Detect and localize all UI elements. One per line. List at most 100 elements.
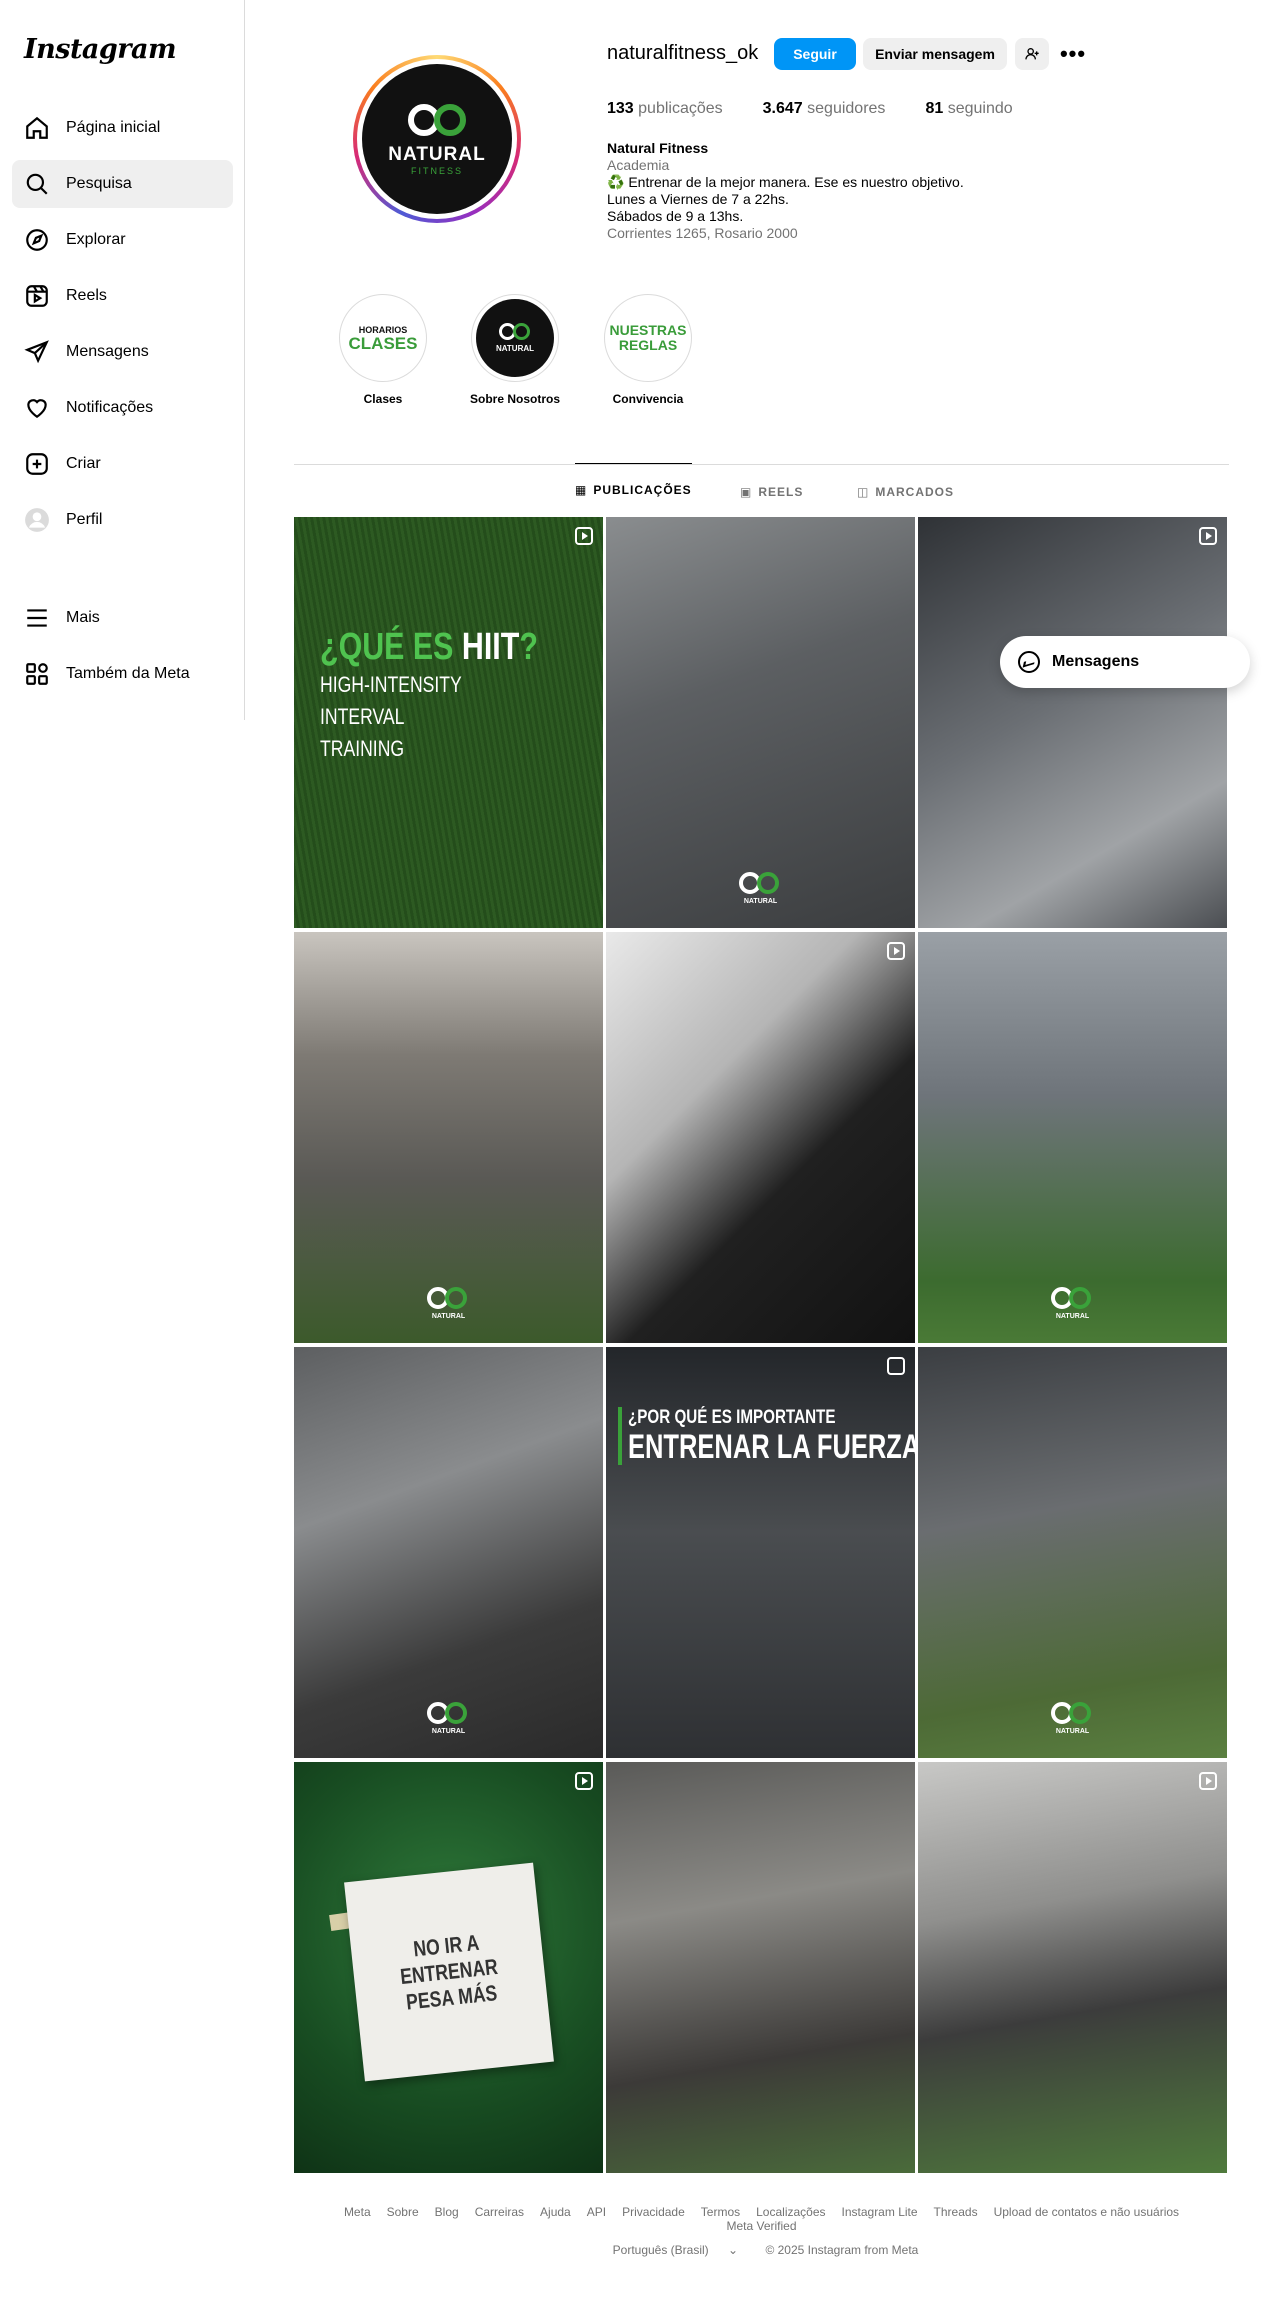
nav-reels[interactable]: Reels bbox=[12, 272, 233, 320]
copyright: © 2025 Instagram from Meta bbox=[765, 2243, 919, 2257]
avatar-subtitle: FITNESS bbox=[410, 166, 463, 176]
messages-floating-button[interactable]: Mensagens bbox=[1000, 636, 1250, 688]
footer-link[interactable]: Meta Verified bbox=[726, 2219, 796, 2233]
natural-fitness-watermark: NATURAL bbox=[424, 1702, 474, 1742]
nav-create[interactable]: Criar bbox=[12, 440, 233, 488]
footer-link[interactable]: Privacidade bbox=[622, 2205, 685, 2219]
nav-search-label: Pesquisa bbox=[66, 175, 132, 192]
suggest-user-button[interactable] bbox=[1015, 38, 1049, 70]
footer-link[interactable]: Upload de contatos e não usuários bbox=[994, 2205, 1179, 2219]
more-options-icon[interactable]: ••• bbox=[1058, 38, 1088, 70]
nav-profile-label: Perfil bbox=[66, 511, 103, 528]
tabs-divider bbox=[294, 464, 1229, 465]
post-image[interactable]: NATURAL bbox=[294, 1347, 603, 1758]
tab-tagged[interactable]: ◫ MARCADOS bbox=[857, 466, 954, 518]
natural-fitness-watermark: NATURAL bbox=[736, 872, 786, 912]
carousel-icon bbox=[887, 1357, 905, 1375]
post-fuerza[interactable]: ¿POR QUÉ ES IMPORTANTE ENTRENAR LA FUERZ… bbox=[606, 1347, 915, 1758]
post-image[interactable] bbox=[918, 1762, 1227, 2173]
profile-username: naturalfitness_ok bbox=[607, 42, 759, 64]
profile-stats: 133 publicações 3.647 seguidores 81 segu… bbox=[607, 100, 1053, 118]
nav-notifications[interactable]: Notificações bbox=[12, 384, 233, 432]
natural-fitness-watermark: NATURAL bbox=[1048, 1287, 1098, 1327]
post-image[interactable] bbox=[606, 1762, 915, 2173]
reel-icon bbox=[575, 527, 593, 545]
highlight-sobre-nosotros[interactable]: NATURAL Sobre Nosotros bbox=[470, 294, 560, 406]
search-icon bbox=[24, 171, 50, 197]
post-image[interactable]: NATURAL bbox=[294, 932, 603, 1343]
nav-home[interactable]: Página inicial bbox=[12, 104, 233, 152]
followers-stat[interactable]: 3.647 seguidores bbox=[763, 100, 886, 118]
footer-link[interactable]: Threads bbox=[934, 2205, 978, 2219]
natural-fitness-watermark: NATURAL bbox=[1048, 1702, 1098, 1742]
footer-link[interactable]: Meta bbox=[344, 2205, 371, 2219]
infinity-logo-icon bbox=[497, 323, 533, 341]
footer-link[interactable]: Carreiras bbox=[475, 2205, 524, 2219]
footer-link[interactable]: Sobre bbox=[387, 2205, 419, 2219]
send-message-button[interactable]: Enviar mensagem bbox=[863, 38, 1007, 70]
footer-link[interactable]: Localizações bbox=[756, 2205, 825, 2219]
natural-fitness-logo: NATURAL FITNESS bbox=[362, 64, 512, 214]
nav-meta[interactable]: Também da Meta bbox=[12, 650, 233, 698]
post-image[interactable]: NATURAL bbox=[606, 517, 915, 928]
menu-icon bbox=[24, 605, 50, 631]
highlight-clases[interactable]: HORARIOS CLASES Clases bbox=[338, 294, 428, 406]
nav-home-label: Página inicial bbox=[66, 119, 161, 136]
add-user-icon bbox=[1025, 48, 1039, 60]
highlight-convivencia[interactable]: NUESTRAS REGLAS Convivencia bbox=[603, 294, 693, 406]
bio-line-3: Sábados de 9 a 13hs. bbox=[607, 208, 744, 224]
follow-button[interactable]: Seguir bbox=[774, 38, 856, 70]
reel-icon bbox=[1199, 527, 1217, 545]
following-stat[interactable]: 81 seguindo bbox=[925, 100, 1012, 118]
posts-grid: ¿QUÉ ES HIIT? HIGH-INTENSITY INTERVAL TR… bbox=[294, 517, 1227, 2173]
footer-link[interactable]: Blog bbox=[435, 2205, 459, 2219]
reel-icon bbox=[1199, 1772, 1217, 1790]
footer-link[interactable]: Ajuda bbox=[540, 2205, 571, 2219]
chevron-down-icon: ⌄ bbox=[728, 2243, 739, 2257]
highlight-label: Sobre Nosotros bbox=[470, 392, 561, 406]
instagram-logo[interactable]: Instagram bbox=[24, 34, 177, 65]
highlight-label: Clases bbox=[363, 392, 403, 406]
profile-avatar[interactable]: NATURAL FITNESS bbox=[353, 55, 521, 223]
tab-posts[interactable]: ▦ PUBLICAÇÕES bbox=[575, 463, 692, 515]
language-selector[interactable]: Português (Brasil) ⌄ bbox=[605, 2243, 746, 2257]
post-note[interactable]: NO IR A ENTRENAR PESA MÁS bbox=[294, 1762, 603, 2173]
infinity-logo-icon bbox=[404, 102, 470, 138]
bio-line-2: Lunes a Viernes de 7 a 22hs. bbox=[607, 191, 789, 207]
avatar-icon bbox=[24, 507, 50, 533]
post-image[interactable] bbox=[918, 517, 1227, 928]
bio-name: Natural Fitness bbox=[607, 140, 709, 156]
tagged-icon: ◫ bbox=[857, 485, 870, 499]
home-icon bbox=[24, 115, 50, 141]
nav-messages[interactable]: Mensagens bbox=[12, 328, 233, 376]
heart-icon bbox=[24, 395, 50, 421]
footer-link[interactable]: Instagram Lite bbox=[842, 2205, 918, 2219]
nav-more[interactable]: Mais bbox=[12, 594, 233, 642]
tab-reels[interactable]: ▣ REELS bbox=[740, 466, 803, 518]
post-image[interactable]: NATURAL bbox=[918, 1347, 1227, 1758]
messenger-icon bbox=[1018, 651, 1040, 673]
bio-address[interactable]: Corrientes 1265, Rosario 2000 bbox=[607, 225, 964, 242]
compass-icon bbox=[24, 227, 50, 253]
reels-icon: ▣ bbox=[740, 485, 753, 499]
profile-bio: Natural Fitness Academia ♻️ Entrenar de … bbox=[607, 140, 964, 242]
nav-explore-label: Explorar bbox=[66, 231, 126, 248]
bio-category: Academia bbox=[607, 157, 670, 173]
post-hiit[interactable]: ¿QUÉ ES HIIT? HIGH-INTENSITY INTERVAL TR… bbox=[294, 517, 603, 928]
post-image[interactable]: NATURAL bbox=[918, 932, 1227, 1343]
nav-notifications-label: Notificações bbox=[66, 399, 154, 416]
footer-link[interactable]: API bbox=[587, 2205, 606, 2219]
plus-square-icon bbox=[24, 451, 50, 477]
nav-more-label: Mais bbox=[66, 609, 100, 626]
nav-search[interactable]: Pesquisa bbox=[12, 160, 233, 208]
nav-reels-label: Reels bbox=[66, 287, 107, 304]
avatar-title: NATURAL bbox=[388, 144, 486, 165]
footer-link[interactable]: Termos bbox=[701, 2205, 740, 2219]
main-nav: Página inicial Pesquisa Explorar Reels M… bbox=[12, 104, 233, 552]
nav-profile[interactable]: Perfil bbox=[12, 496, 233, 544]
sidebar: Instagram Página inicial Pesquisa Explor… bbox=[0, 0, 245, 720]
post-image[interactable] bbox=[606, 932, 915, 1343]
nav-explore[interactable]: Explorar bbox=[12, 216, 233, 264]
reel-icon bbox=[887, 942, 905, 960]
send-icon bbox=[24, 339, 50, 365]
